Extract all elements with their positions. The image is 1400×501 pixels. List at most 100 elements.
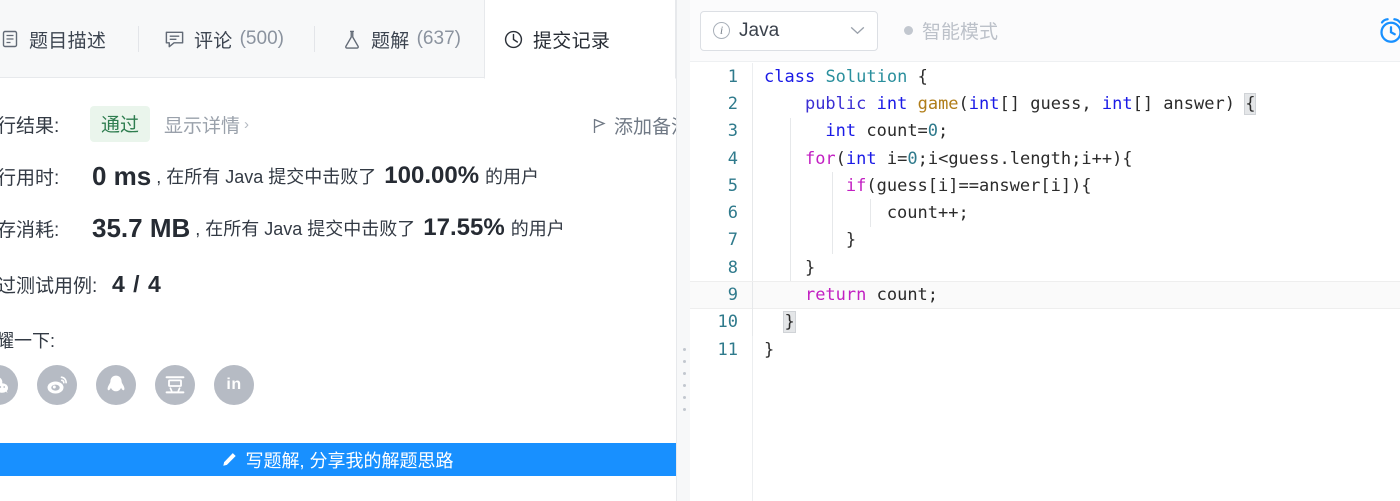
code-token: [] guess, — [999, 93, 1102, 114]
comment-icon — [164, 29, 185, 50]
clock-icon — [503, 29, 524, 50]
submission-page: 题目描述 评论 (500) 题解 (637) 提交记录 执行结果: 通过 显示详情 › 添… — [0, 0, 1400, 501]
panel-resizer[interactable] — [676, 0, 690, 501]
code-token: return — [804, 285, 867, 306]
tab-4[interactable]: 提交记录 — [484, 0, 676, 79]
tab-3[interactable]: 题解 (637) — [324, 0, 470, 78]
indent-guide — [790, 172, 791, 200]
code-token: } — [764, 339, 775, 360]
indent-guide — [790, 144, 791, 173]
code-text: if(guess[i]==answer[i]){ — [764, 176, 1092, 196]
tab-count: (637) — [416, 28, 461, 49]
language-select[interactable]: i Java — [700, 10, 878, 51]
tab-label: 题目描述 — [29, 30, 107, 52]
code-token: int — [876, 93, 908, 114]
flask-icon — [342, 29, 362, 50]
code-line[interactable]: 4 for(int i=0;i<guess.length;i++){ — [690, 144, 1400, 173]
code-line[interactable]: 5 if(guess[i]==answer[i]){ — [690, 172, 1400, 200]
code-text: public int game(int[] guess, int[] answe… — [764, 92, 1257, 115]
tab-label: 题解 — [371, 30, 410, 52]
code-line[interactable]: 10 } — [690, 308, 1400, 336]
code-line[interactable]: 11} — [690, 336, 1400, 363]
tab-1[interactable]: 题目描述 — [0, 0, 132, 78]
code-line[interactable]: 6 count++; — [690, 199, 1400, 227]
douban-icon — [163, 373, 187, 397]
indent-guide — [790, 117, 791, 145]
code-line[interactable]: 3 int count=0; — [690, 117, 1400, 145]
status-dot-icon — [904, 26, 913, 35]
code-editor[interactable]: 1 class Solution {2 public int game(int[]… — [690, 63, 1400, 501]
result-area: 执行结果: 通过 显示详情 › 添加备注 执行用时: 0 ms , 在所有 Ja… — [0, 79, 676, 405]
smart-mode-toggle[interactable]: 智能模式 — [904, 17, 998, 44]
runtime-row: 执行用时: 0 ms , 在所有 Java 提交中击败了 100.00% 的用户 — [0, 153, 676, 199]
memory-row: 内存消耗: 35.7 MB , 在所有 Java 提交中击败了 17.55% 的… — [0, 205, 676, 251]
code-line[interactable]: 8 } — [690, 254, 1400, 282]
social-share-row: in — [0, 365, 676, 405]
timer-button[interactable] — [1376, 16, 1400, 51]
memory-value: 35.7 MB — [92, 212, 191, 243]
show-detail-link[interactable]: 显示详情 › — [164, 111, 249, 138]
runtime-percentile: 100.00% — [384, 162, 480, 189]
memory-middle-text: , 在所有 Java 提交中击败了 — [195, 219, 416, 239]
code-token: 0 — [927, 121, 939, 142]
runtime-middle-text: , 在所有 Java 提交中击败了 — [156, 167, 377, 187]
resize-grip-icon — [683, 348, 686, 420]
indent-guide — [752, 254, 753, 282]
code-line[interactable]: 2 public int game(int[] guess, int[] ans… — [690, 90, 1400, 118]
code-token: int — [968, 93, 1000, 114]
code-token: Solution — [825, 66, 908, 87]
indent-guide — [832, 226, 833, 255]
code-token: ; — [938, 121, 949, 142]
code-line[interactable]: 1 class Solution { — [690, 63, 1400, 90]
indent-guide — [752, 144, 753, 173]
line-number: 4 — [727, 148, 738, 169]
indent-guide — [790, 226, 791, 255]
code-text: for(int i=0;i<guess.length;i++){ — [764, 149, 1133, 169]
code-token: } — [783, 311, 796, 334]
indent-guide — [870, 199, 871, 227]
document-icon — [0, 29, 20, 49]
code-token: ;i<guess.length;i++){ — [917, 148, 1133, 169]
code-token: } — [764, 230, 857, 251]
weibo-share-button[interactable] — [37, 365, 77, 405]
brag-label: 炫耀一下: — [0, 331, 56, 351]
pencil-icon — [223, 453, 237, 466]
linkedin-icon: in — [226, 376, 242, 393]
memory-tail-text: 的用户 — [510, 219, 565, 239]
execution-result-row: 执行结果: 通过 显示详情 › 添加备注 — [0, 101, 676, 147]
code-token: [] answer) — [1132, 93, 1246, 114]
code-token: int — [845, 148, 877, 169]
wechat-share-button[interactable] — [0, 365, 18, 405]
indent-guide — [752, 172, 753, 200]
indent-guide — [790, 254, 791, 282]
code-token: ( — [835, 148, 846, 169]
qq-icon — [104, 373, 128, 397]
line-number: 10 — [717, 312, 738, 333]
tab-separator — [138, 26, 139, 52]
line-number: 8 — [727, 257, 738, 278]
linkedin-share-button[interactable]: in — [214, 365, 254, 405]
add-note-button[interactable]: 添加备注 — [593, 112, 676, 139]
test-cases-label: 通过测试用例: — [0, 275, 98, 297]
tab-2[interactable]: 评论 (500) — [146, 0, 308, 78]
line-number: 6 — [727, 203, 738, 224]
indent-guide — [752, 199, 753, 227]
code-token: int — [1101, 93, 1133, 114]
line-number: 9 — [727, 285, 738, 306]
tab-label: 评论 — [194, 30, 233, 52]
code-token: class — [764, 66, 816, 87]
code-line[interactable]: 9 return count; — [690, 281, 1400, 310]
douban-share-button[interactable] — [155, 365, 195, 405]
code-token: count; — [866, 285, 939, 306]
info-icon: i — [713, 22, 730, 39]
qq-share-button[interactable] — [96, 365, 136, 405]
runtime-label: 执行用时: — [0, 167, 60, 189]
alarm-clock-icon — [1380, 18, 1400, 43]
write-solution-button[interactable]: 写题解, 分享我的解题思路 — [0, 443, 676, 476]
code-token: game — [917, 93, 959, 114]
code-text: int count=0; — [764, 121, 948, 141]
code-line[interactable]: 7 } — [690, 226, 1400, 255]
